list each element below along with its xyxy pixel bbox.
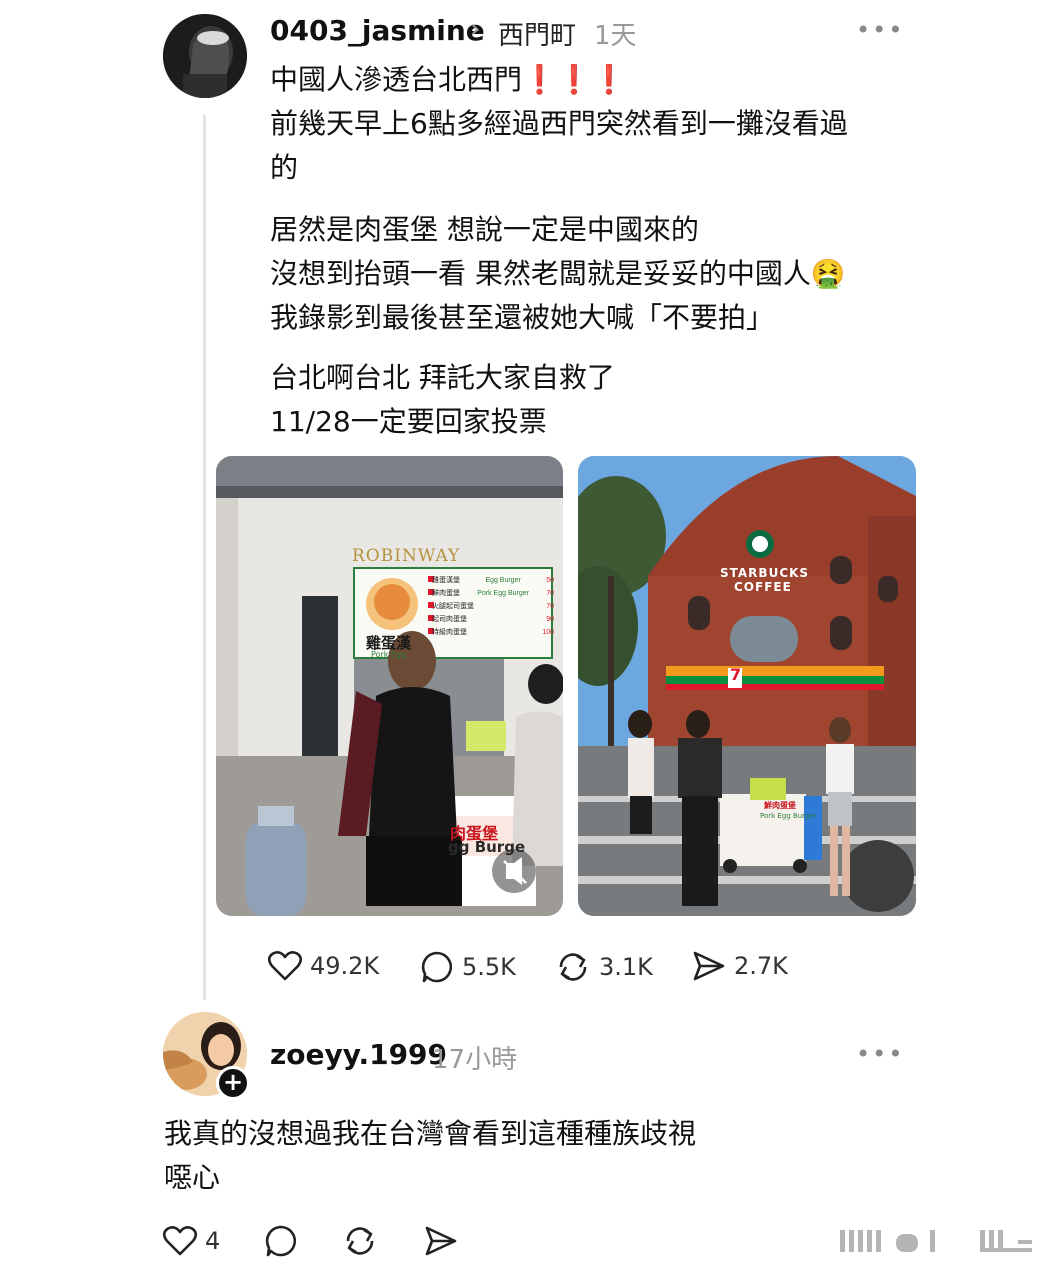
post-username[interactable]: 0403_jasmine — [270, 14, 485, 47]
starbucks-sign-line-2: COFFEE — [734, 580, 792, 594]
menu-item-2: 鮮肉蛋堡 Pork Egg Burger 70 — [432, 587, 554, 600]
watermark-image — [840, 1230, 1032, 1252]
plus-icon: + — [222, 1068, 244, 1096]
menu-item-2-zh: 鮮肉蛋堡 — [432, 590, 460, 597]
share-button[interactable]: 2.7K — [692, 950, 788, 982]
post-photo-2[interactable]: STARBUCKS COFFEE 7 鮮肉蛋堡 Pork Egg Burger — [578, 456, 916, 916]
follow-badge[interactable]: + — [216, 1066, 250, 1100]
post-body: 中國人滲透台北西門❗❗❗ 前幾天早上6點多經過西門突然看到一攤沒看過 的 — [270, 58, 848, 190]
reply-body: 我真的沒想過我在台灣會看到這種種族歧視 噁心 — [164, 1112, 696, 1200]
reply-share-button[interactable] — [424, 1225, 458, 1257]
repost-icon — [559, 953, 587, 981]
menu-item-1: 雞蛋漢堡 Egg Burger 50 — [432, 574, 554, 587]
heart-icon — [268, 951, 302, 981]
menu-item-2-price: 70 — [546, 590, 554, 597]
menu-item-1-price: 50 — [546, 577, 554, 584]
brand-sign: ROBINWAY — [352, 546, 461, 566]
sign-english: Pork Egg — [371, 650, 407, 659]
thread-connector-line — [203, 114, 206, 1000]
reply-repost-button[interactable] — [342, 1224, 378, 1258]
menu-item-1-zh: 雞蛋漢堡 — [432, 577, 460, 584]
menu-item-5: 特級肉蛋堡 100 — [432, 626, 554, 639]
post-photo-1[interactable]: ROBINWAY 雞蛋漢堡 Egg Burger 50 鮮肉蛋堡 Pork Eg… — [216, 456, 563, 916]
post-line-3: 的 — [270, 151, 299, 184]
menu-item-3: 火腿起司蛋堡 70 — [432, 600, 554, 613]
heart-icon — [163, 1226, 197, 1256]
menu-item-4-zh: 起司肉蛋堡 — [432, 616, 467, 623]
exclamation-emoji: ❗❗❗ — [522, 63, 627, 96]
post-line-8: 11/28一定要回家投票 — [270, 405, 547, 438]
menu-board: 雞蛋漢堡 Egg Burger 50 鮮肉蛋堡 Pork Egg Burger … — [432, 574, 554, 639]
like-count: 49.2K — [310, 952, 380, 980]
post-paragraph-3: 台北啊台北 拜託大家自救了 11/28一定要回家投票 — [270, 356, 615, 444]
reply-line-2: 噁心 — [164, 1161, 221, 1194]
avatar-photo — [163, 14, 247, 98]
cart-label-en: gg Burge — [448, 838, 526, 856]
menu-item-5-price: 100 — [542, 629, 554, 636]
menu-item-4: 起司肉蛋堡 90 — [432, 613, 554, 626]
menu-item-5-zh: 特級肉蛋堡 — [432, 629, 467, 636]
send-icon — [693, 951, 725, 981]
comment-button[interactable]: 5.5K — [420, 950, 516, 984]
starbucks-corner-photo — [578, 456, 916, 916]
post-line-7: 台北啊台北 拜託大家自救了 — [270, 361, 615, 394]
like-button[interactable]: 49.2K — [268, 950, 379, 982]
menu-item-1-en: Egg Burger — [485, 577, 521, 584]
seven-eleven-logo: 7 — [730, 665, 742, 684]
reply-timestamp: 17小時 — [432, 1045, 518, 1075]
post-line-2: 前幾天早上6點多經過西門突然看到一攤沒看過 — [270, 107, 848, 140]
post-location[interactable]: 西門町 — [498, 15, 576, 52]
post-more-menu-icon[interactable]: ••• — [856, 16, 904, 44]
repost-icon — [346, 1227, 374, 1255]
post-line-4: 居然是肉蛋堡 想說一定是中國來的 — [270, 213, 699, 246]
breadcrumb-separator: › — [470, 14, 481, 44]
send-icon — [425, 1226, 457, 1256]
reply-like-button[interactable]: 4 — [163, 1225, 220, 1257]
repost-button[interactable]: 3.1K — [555, 950, 653, 984]
post-line-5: 沒想到抬頭一看 果然老闆就是妥妥的中國人🤮 — [270, 252, 846, 296]
share-count: 2.7K — [734, 952, 788, 980]
menu-item-4-price: 90 — [546, 616, 554, 623]
starbucks-sign-line-1: STARBUCKS — [720, 566, 810, 580]
post-line-5-text: 沒想到抬頭一看 果然老闆就是妥妥的中國人 — [270, 257, 811, 290]
post-timestamp: 1天 — [594, 21, 637, 51]
reply-like-count: 4 — [205, 1227, 221, 1255]
reply-username[interactable]: zoeyy.1999 — [270, 1038, 447, 1071]
vomit-emoji: 🤮 — [810, 257, 846, 290]
cart-sign-en: Pork Egg Burger — [760, 812, 817, 820]
post-author-avatar[interactable] — [163, 14, 247, 98]
cart-sign-zh: 鮮肉蛋堡 — [764, 801, 796, 810]
reply-comment-button[interactable] — [264, 1224, 298, 1258]
comment-bubble-icon — [421, 951, 453, 983]
comment-count: 5.5K — [462, 953, 516, 981]
menu-item-3-price: 70 — [546, 603, 554, 610]
post-line-1-text: 中國人滲透台北西門 — [270, 63, 523, 96]
post-line-1: 中國人滲透台北西門❗❗❗ — [270, 58, 848, 102]
repost-count: 3.1K — [599, 953, 653, 981]
post-line-6: 我錄影到最後甚至還被她大喊「不要拍」 — [270, 301, 775, 334]
reply-line-1: 我真的沒想過我在台灣會看到這種種族歧視 — [164, 1117, 697, 1150]
reply-more-menu-icon[interactable]: ••• — [856, 1040, 904, 1068]
menu-item-2-en: Pork Egg Burger — [477, 590, 529, 597]
menu-item-3-zh: 火腿起司蛋堡 — [432, 603, 474, 610]
post-paragraph-2: 居然是肉蛋堡 想說一定是中國來的 沒想到抬頭一看 果然老闆就是妥妥的中國人🤮 我… — [270, 208, 846, 340]
comment-bubble-icon — [265, 1225, 297, 1257]
